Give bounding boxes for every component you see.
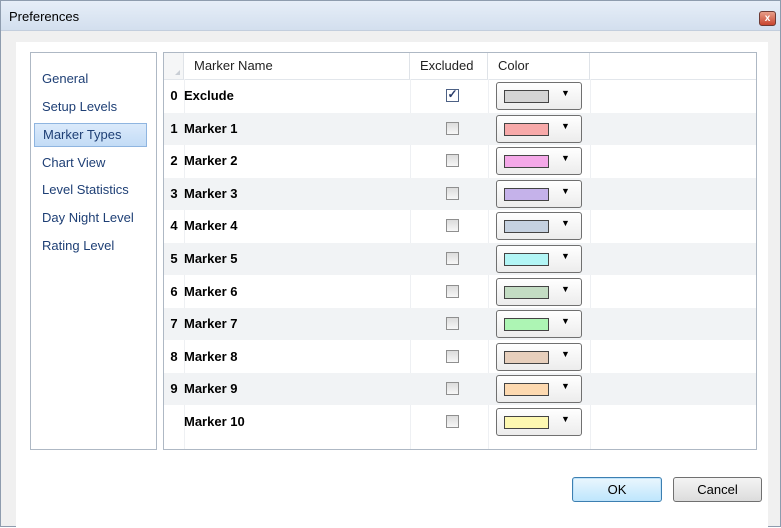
color-swatch — [504, 416, 549, 429]
row-number: 2 — [170, 153, 178, 169]
color-dropdown[interactable]: ▼ — [496, 375, 582, 404]
marker-name-cell[interactable]: Marker 5 — [184, 243, 237, 275]
column-header-marker-name[interactable]: Marker Name — [184, 53, 410, 79]
grid-header: Marker Name Excluded Color — [164, 53, 756, 80]
row-number — [164, 406, 184, 438]
table-row[interactable]: 9 Marker 9 ▼ — [164, 373, 756, 406]
category-item-setup-levels[interactable]: Setup Levels — [34, 95, 147, 119]
color-swatch — [504, 383, 549, 397]
color-swatch — [504, 220, 549, 234]
title-bar: Preferences x — [1, 1, 780, 31]
chevron-down-icon: ▼ — [561, 218, 570, 229]
color-swatch — [504, 253, 549, 266]
excluded-checkbox[interactable] — [446, 317, 459, 331]
excluded-checkbox[interactable] — [446, 415, 459, 428]
chevron-down-icon: ▼ — [561, 88, 570, 98]
color-swatch — [504, 318, 549, 332]
category-item-level-statistics[interactable]: Level Statistics — [34, 178, 147, 202]
marker-name-cell[interactable]: Marker 9 — [184, 373, 237, 405]
excluded-checkbox[interactable] — [446, 284, 459, 298]
table-row[interactable]: 4 Marker 4 ▼ — [164, 210, 756, 242]
excluded-checkbox[interactable] — [446, 349, 459, 363]
close-icon: x — [764, 13, 771, 24]
category-item-marker-types[interactable]: Marker Types — [34, 123, 147, 147]
color-dropdown[interactable]: ▼ — [496, 114, 582, 143]
color-swatch — [504, 155, 549, 169]
color-dropdown[interactable]: ▼ — [496, 342, 582, 371]
column-header-color[interactable]: Color — [488, 53, 590, 79]
row-number: 7 — [170, 316, 178, 332]
color-swatch — [504, 350, 549, 364]
dialog-content: General Setup Levels Marker Types Chart … — [16, 42, 768, 528]
table-row[interactable]: Marker 10 ▼ — [164, 406, 756, 438]
row-number: 0 — [170, 88, 178, 103]
row-number: 1 — [170, 120, 178, 136]
category-item-chart-view[interactable]: Chart View — [34, 151, 147, 175]
row-number: 8 — [170, 348, 178, 364]
table-row[interactable]: 5 Marker 5 ▼ — [164, 243, 756, 275]
category-item-day-night-level[interactable]: Day Night Level — [34, 206, 147, 230]
excluded-checkbox[interactable] — [446, 186, 459, 200]
row-number: 6 — [170, 283, 178, 299]
chevron-down-icon: ▼ — [561, 251, 570, 261]
color-dropdown[interactable]: ▼ — [496, 179, 582, 208]
marker-name-cell[interactable]: Marker 6 — [184, 276, 237, 308]
chevron-down-icon: ▼ — [561, 414, 570, 424]
marker-name-cell[interactable]: Marker 2 — [184, 145, 237, 177]
table-row[interactable]: 6 Marker 6 ▼ — [164, 276, 756, 308]
excluded-checkbox[interactable] — [446, 382, 459, 396]
category-item-rating-level[interactable]: Rating Level — [34, 234, 147, 258]
chevron-down-icon: ▼ — [561, 283, 570, 294]
excluded-checkbox[interactable] — [446, 219, 459, 233]
cancel-button[interactable]: Cancel — [673, 477, 762, 502]
column-header-excluded[interactable]: Excluded — [410, 53, 488, 79]
category-item-general[interactable]: General — [34, 67, 147, 91]
table-row[interactable]: 7 Marker 7 ▼ — [164, 308, 756, 341]
marker-name-cell[interactable]: Marker 7 — [184, 308, 237, 340]
chevron-down-icon: ▼ — [561, 185, 570, 196]
category-list: General Setup Levels Marker Types Chart … — [30, 52, 157, 450]
color-swatch — [504, 122, 549, 136]
color-dropdown[interactable]: ▼ — [496, 245, 582, 273]
table-row[interactable]: 3 Marker 3 ▼ — [164, 177, 756, 210]
excluded-checkbox[interactable] — [446, 87, 459, 102]
marker-name-cell[interactable]: Exclude — [184, 80, 234, 112]
ok-button[interactable]: OK — [572, 477, 662, 502]
row-number: 4 — [170, 218, 178, 234]
chevron-down-icon: ▼ — [561, 381, 570, 392]
color-dropdown[interactable]: ▼ — [496, 147, 582, 176]
preferences-dialog: Preferences x General Setup Levels Marke… — [0, 0, 781, 528]
table-row[interactable]: 0 Exclude ▼ — [164, 80, 756, 112]
select-all-corner[interactable] — [164, 53, 184, 79]
marker-name-cell[interactable]: Marker 1 — [184, 113, 237, 145]
row-number: 9 — [170, 381, 178, 397]
marker-name-cell[interactable]: Marker 10 — [184, 406, 245, 438]
row-number: 5 — [170, 251, 178, 266]
window-title: Preferences — [9, 9, 80, 24]
row-number: 3 — [170, 185, 178, 201]
color-dropdown[interactable]: ▼ — [496, 212, 582, 241]
marker-name-cell[interactable]: Marker 3 — [184, 178, 237, 210]
color-swatch — [504, 187, 549, 201]
marker-name-cell[interactable]: Marker 8 — [184, 341, 237, 373]
color-dropdown[interactable]: ▼ — [496, 82, 582, 110]
marker-types-grid: Marker Name Excluded Color 0 Exclude ▼ 1 Mar… — [163, 52, 757, 450]
color-dropdown[interactable]: ▼ — [496, 277, 582, 306]
close-button[interactable]: x — [759, 11, 776, 26]
excluded-checkbox[interactable] — [446, 154, 459, 168]
excluded-checkbox[interactable] — [446, 121, 459, 135]
color-swatch — [504, 90, 549, 103]
chevron-down-icon: ▼ — [561, 348, 570, 359]
color-dropdown[interactable]: ▼ — [496, 408, 582, 436]
marker-name-cell[interactable]: Marker 4 — [184, 210, 237, 242]
color-dropdown[interactable]: ▼ — [496, 310, 582, 339]
color-swatch — [504, 285, 549, 299]
table-row[interactable]: 1 Marker 1 ▼ — [164, 112, 756, 145]
table-row[interactable]: 8 Marker 8 ▼ — [164, 341, 756, 373]
table-row[interactable]: 2 Marker 2 ▼ — [164, 145, 756, 177]
chevron-down-icon: ▼ — [561, 120, 570, 131]
chevron-down-icon: ▼ — [561, 316, 570, 327]
chevron-down-icon: ▼ — [561, 153, 570, 164]
excluded-checkbox[interactable] — [446, 252, 459, 265]
